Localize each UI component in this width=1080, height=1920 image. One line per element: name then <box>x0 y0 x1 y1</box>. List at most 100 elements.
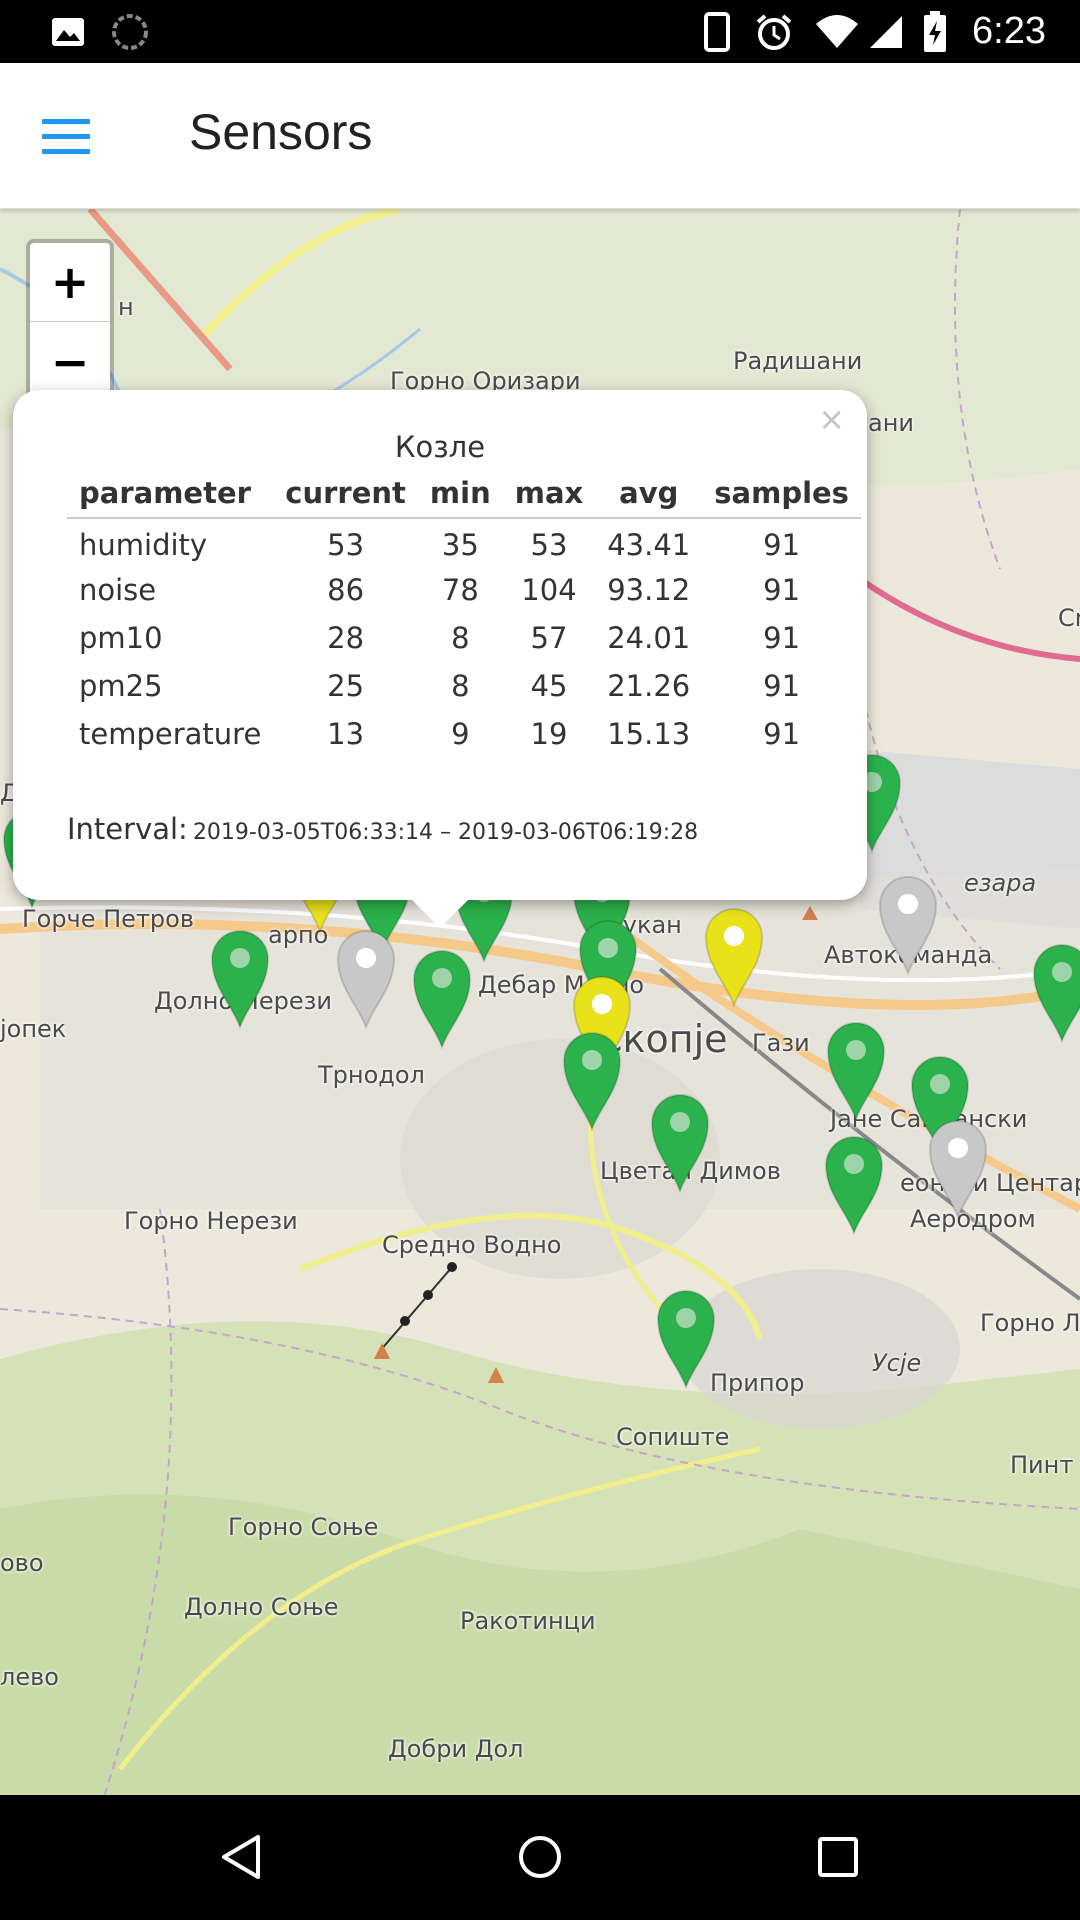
place-label: Долно Соње <box>184 1593 339 1621</box>
table-cell: temperature <box>79 717 262 751</box>
place-label: Пинт <box>1010 1451 1074 1479</box>
column-header: current <box>273 468 418 519</box>
table-cell: 91 <box>763 621 801 655</box>
table-cell: 15.13 <box>607 717 691 751</box>
table-cell: 43.41 <box>607 527 691 562</box>
navigation-bar <box>0 1795 1080 1920</box>
place-label: Трнодол <box>318 1061 425 1089</box>
place-label: Горно Соње <box>228 1513 379 1541</box>
place-label: Средно Водно <box>382 1231 562 1259</box>
table-cell: 53 <box>530 527 568 562</box>
table-row: humidity 53 35 53 43.41 91 <box>67 518 861 566</box>
table-cell: 24.01 <box>607 621 691 655</box>
place-label: Ракотинци <box>460 1607 596 1635</box>
table-row: noise 86 78 104 93.12 91 <box>67 566 861 614</box>
sensor-marker[interactable] <box>334 925 398 1030</box>
place-label: Усје <box>872 1349 922 1377</box>
sync-icon <box>110 0 150 63</box>
sensor-marker[interactable] <box>560 1027 624 1132</box>
place-label: езара <box>964 869 1037 897</box>
place-label: Горно Л <box>980 1309 1080 1337</box>
sensor-popup: × Козле parameter current min max avg samples… <box>13 390 867 900</box>
status-clock: 6:23 <box>972 10 1046 52</box>
place-label: Горче Петров <box>22 905 194 933</box>
column-header: parameter <box>67 468 274 519</box>
table-cell: 91 <box>763 717 801 751</box>
home-icon[interactable] <box>500 1817 580 1897</box>
sensor-marker[interactable] <box>702 903 766 1008</box>
stats-table: parameter current min max avg samples humidit… <box>67 468 861 758</box>
table-row: pm10 28 8 57 24.01 91 <box>67 614 861 662</box>
recents-icon[interactable] <box>798 1817 878 1897</box>
interval-label: Interval: <box>67 812 188 846</box>
place-label: ово <box>0 1549 44 1577</box>
column-header: avg <box>595 468 703 519</box>
column-header: max <box>502 468 596 519</box>
table-cell: noise <box>79 573 157 607</box>
table-cell: 78 <box>441 573 479 607</box>
table-cell: 28 <box>327 621 365 655</box>
table-cell: pm10 <box>79 621 163 655</box>
table-cell: humidity <box>79 527 208 562</box>
sensor-marker[interactable] <box>926 1115 990 1220</box>
table-cell: 25 <box>327 669 365 703</box>
table-cell: 57 <box>530 621 568 655</box>
phone-icon <box>700 0 734 63</box>
table-row: temperature 13 9 19 15.13 91 <box>67 710 861 758</box>
zoom-in-button[interactable]: + <box>30 243 110 322</box>
column-header: samples <box>702 468 861 519</box>
signal-icon <box>866 0 906 63</box>
table-cell: 35 <box>441 527 479 562</box>
alarm-icon <box>752 0 796 63</box>
table-cell: 8 <box>451 669 470 703</box>
sensor-marker[interactable] <box>824 1017 888 1122</box>
table-header-row: parameter current min max avg samples <box>67 468 861 519</box>
table-cell: 93.12 <box>607 573 691 607</box>
sensor-marker[interactable] <box>876 871 940 976</box>
sensor-marker[interactable] <box>648 1089 712 1194</box>
sensor-marker[interactable] <box>822 1131 886 1236</box>
popup-tip <box>410 898 470 928</box>
place-label: лево <box>0 1663 59 1691</box>
table-cell: 91 <box>763 573 801 607</box>
place-label: Радишани <box>733 347 863 375</box>
place-label: Cr <box>1058 604 1080 632</box>
popup-title: Козле <box>394 430 486 464</box>
back-icon[interactable] <box>200 1817 280 1897</box>
table-cell: 91 <box>763 527 801 562</box>
interval: Interval: 2019-03-05T06:33:14 – 2019-03-… <box>67 812 698 846</box>
wifi-icon <box>812 0 862 63</box>
table-cell: 21.26 <box>607 669 691 703</box>
sensor-marker[interactable] <box>410 945 474 1050</box>
table-cell: 104 <box>521 573 577 607</box>
column-header: min <box>417 468 503 519</box>
place-label: Добри Дол <box>388 1735 524 1763</box>
table-cell: 8 <box>451 621 470 655</box>
table-row: pm25 25 8 45 21.26 91 <box>67 662 861 710</box>
sensor-marker[interactable] <box>1030 939 1080 1044</box>
table-cell: 19 <box>530 717 568 751</box>
table-body: humidity 53 35 53 43.41 91 noise 86 78 104 93.12 91… <box>67 518 861 758</box>
table-cell: 9 <box>451 717 470 751</box>
status-bar: 6:23 <box>0 0 1080 63</box>
battery-charging-icon <box>920 0 950 63</box>
table-cell: 45 <box>530 669 568 703</box>
place-label: ани <box>868 409 914 437</box>
table-cell: 53 <box>327 527 365 562</box>
image-icon <box>48 0 88 63</box>
table-cell: 91 <box>763 669 801 703</box>
table-cell: 13 <box>327 717 365 751</box>
sensor-marker[interactable] <box>208 925 272 1030</box>
table-cell: pm25 <box>79 669 163 703</box>
sensor-marker[interactable] <box>654 1285 718 1390</box>
place-label: н <box>118 293 134 321</box>
table-cell: 86 <box>327 573 365 607</box>
zoom-control: + − <box>26 239 114 405</box>
place-label: Припор <box>710 1369 805 1397</box>
page-title: Sensors <box>189 104 373 160</box>
hamburger-menu-icon[interactable] <box>30 105 102 167</box>
app-bar: Sensors <box>0 63 1080 209</box>
place-label: јопек <box>0 1015 67 1043</box>
place-label: Гази <box>752 1029 810 1057</box>
interval-value: 2019-03-05T06:33:14 – 2019-03-06T06:19:2… <box>192 820 699 845</box>
